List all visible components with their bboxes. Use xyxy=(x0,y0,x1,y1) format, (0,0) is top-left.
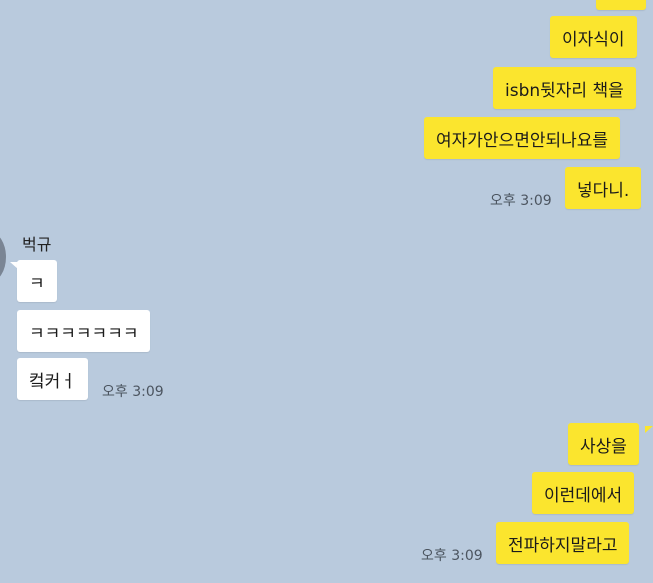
sender-avatar[interactable] xyxy=(0,232,6,282)
message-text: 전파하지말라고 xyxy=(508,535,618,556)
my-message-bubble: 사상을 xyxy=(568,423,639,465)
sender-name: 벅규 xyxy=(22,235,52,254)
message-text: 컼커ㅓ xyxy=(29,371,76,392)
message-text: 여자가안으면안되나요를 xyxy=(436,130,609,151)
message-bubble-partial xyxy=(596,0,646,10)
message-timestamp: 오후 3:09 xyxy=(102,384,164,400)
my-message-bubble: isbn뒷자리 책을 xyxy=(493,67,636,109)
other-message-bubble: ㅋㅋㅋㅋㅋㅋㅋ xyxy=(17,310,151,352)
message-text: ㅋ xyxy=(29,273,45,294)
message-text: isbn뒷자리 책을 xyxy=(505,80,624,101)
message-timestamp: 오후 3:09 xyxy=(421,548,483,564)
message-text: ㅋㅋㅋㅋㅋㅋㅋ xyxy=(29,323,139,344)
message-text: 사상을 xyxy=(580,436,627,457)
other-message-bubble: 컼커ㅓ xyxy=(17,358,88,400)
message-text: 이런데에서 xyxy=(544,485,623,506)
message-text: 넣다니. xyxy=(577,180,630,201)
my-message-bubble: 넣다니. xyxy=(565,167,642,209)
message-text: 이자식이 xyxy=(562,29,625,50)
my-message-bubble: 이자식이 xyxy=(550,16,637,58)
my-message-bubble: 이런데에서 xyxy=(532,472,635,514)
my-message-bubble: 전파하지말라고 xyxy=(496,522,630,564)
bubble-tail xyxy=(645,426,653,433)
my-message-bubble: 여자가안으면안되나요를 xyxy=(424,117,621,159)
message-timestamp: 오후 3:09 xyxy=(490,193,552,209)
other-message-bubble: ㅋ xyxy=(17,260,57,302)
